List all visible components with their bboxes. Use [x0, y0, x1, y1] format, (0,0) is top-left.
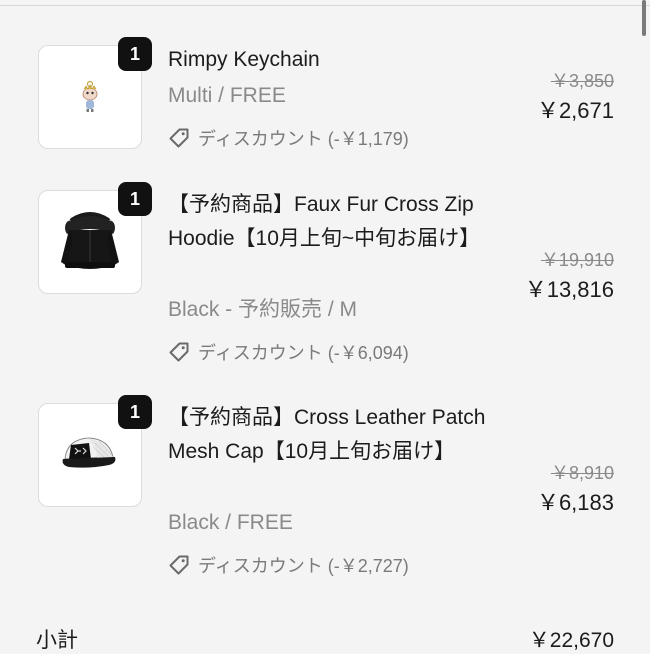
- original-price: ￥19,910: [540, 250, 614, 270]
- discounted-price: ￥6,183: [536, 490, 614, 515]
- discount-text: ディスカウント (-￥1,179): [198, 129, 409, 149]
- product-variant: Black - 予約販売 / M: [168, 298, 358, 321]
- mesh-cap-icon: [62, 437, 116, 468]
- discount-line: ディスカウント (-￥1,179): [168, 125, 409, 151]
- discounted-price: ￥13,816: [524, 277, 614, 302]
- tag-icon: [169, 555, 189, 575]
- original-price: ￥8,910: [550, 463, 614, 483]
- product-title[interactable]: 【予約商品】Cross Leather Patch Mesh Cap【10月上旬…: [168, 401, 498, 469]
- scrollbar[interactable]: [642, 0, 646, 36]
- discount-line: ディスカウント (-￥6,094): [168, 339, 409, 365]
- quantity-badge: 1: [118, 182, 152, 216]
- tag-icon: [169, 128, 189, 148]
- discount-text: ディスカウント (-￥6,094): [198, 343, 409, 363]
- keychain-figure-icon: [82, 80, 98, 112]
- discounted-price: ￥2,671: [536, 98, 614, 123]
- product-variant: Multi / FREE: [168, 84, 286, 107]
- discount-line: ディスカウント (-￥2,727): [168, 552, 409, 578]
- quantity-badge: 1: [118, 395, 152, 429]
- price-block: ￥3,850 ￥2,671: [537, 69, 614, 129]
- price-block: ￥19,910 ￥13,816: [525, 248, 614, 308]
- tag-icon: [169, 342, 189, 362]
- discount-text: ディスカウント (-￥2,727): [198, 556, 409, 576]
- black-hoodie-icon: [61, 212, 119, 269]
- top-divider: [0, 5, 650, 6]
- quantity-badge: 1: [118, 37, 152, 71]
- product-title[interactable]: Rimpy Keychain: [168, 43, 498, 77]
- price-block: ￥8,910 ￥6,183: [537, 461, 614, 521]
- product-variant: Black / FREE: [168, 511, 293, 534]
- product-title[interactable]: 【予約商品】Faux Fur Cross Zip Hoodie【10月上旬~中旬…: [168, 188, 498, 256]
- original-price: ￥3,850: [550, 71, 614, 91]
